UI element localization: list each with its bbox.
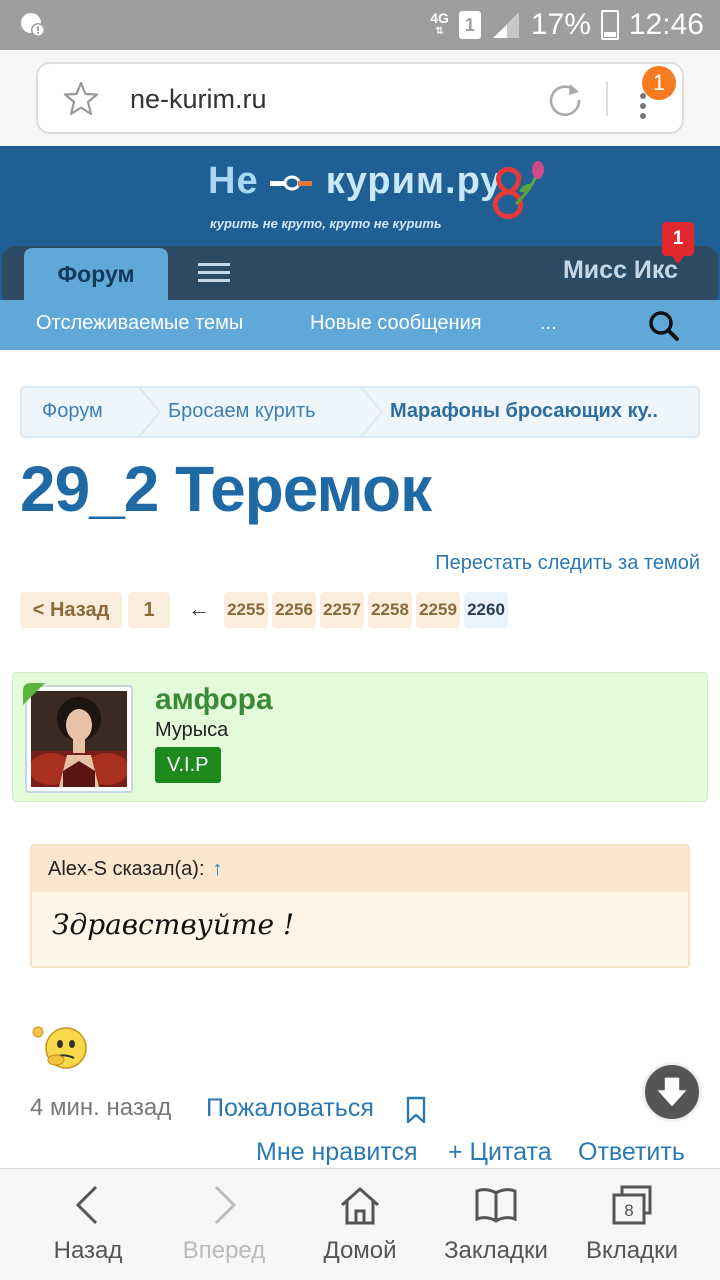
thinking-smiley-icon <box>32 1026 87 1069</box>
tabs-icon: 8 <box>612 1185 652 1225</box>
home-button[interactable]: Домой <box>288 1169 432 1280</box>
page-link-2256[interactable]: 2256 <box>272 592 316 628</box>
sub-nav-new-posts[interactable]: Новые сообщения <box>310 312 482 335</box>
breadcrumb-separator <box>138 388 162 436</box>
quote-header: Alex-S сказал(а): ↑ <box>32 846 688 892</box>
user-alert-badge[interactable]: 1 <box>662 222 694 264</box>
open-book-icon <box>475 1188 517 1223</box>
main-nav: Форум Мисс Икс 1 <box>0 222 720 300</box>
breadcrumb-item-quit-smoking[interactable]: Бросаем курить <box>168 400 316 423</box>
unwatch-thread-link[interactable]: Перестать следить за темой <box>435 552 700 575</box>
tabs-count: 8 <box>624 1201 633 1220</box>
vip-badge: V.I.P <box>155 747 221 783</box>
report-link[interactable]: Пожаловаться <box>206 1094 374 1123</box>
battery-percent: 17% <box>530 8 591 41</box>
quote-author: Alex-S сказал(а): ↑ <box>48 858 223 880</box>
page-link-2255[interactable]: 2255 <box>224 592 268 628</box>
quote-text: Здравствуйте ! <box>52 908 295 941</box>
signal-icon <box>492 12 519 38</box>
divider <box>606 82 608 116</box>
post-timestamp[interactable]: 4 мин. назад <box>30 1094 171 1122</box>
breadcrumb: Форум Бросаем курить Марафоны бросающих … <box>20 386 700 438</box>
page-jump-arrow[interactable]: ← <box>188 596 210 622</box>
sub-nav-more[interactable]: ... <box>540 312 557 335</box>
page-prev-button[interactable]: < Назад <box>20 592 122 628</box>
scroll-down-button[interactable] <box>642 1062 702 1122</box>
menu-notification-badge: 1 <box>642 66 676 100</box>
quote-jump-link[interactable]: ↑ <box>213 858 223 880</box>
post-author-block: амфора Мурыса V.I.P <box>12 672 708 802</box>
author-name[interactable]: амфора <box>155 683 273 717</box>
forward-label: Вперед <box>182 1237 266 1264</box>
breadcrumb-separator <box>360 388 384 436</box>
browser-bottom-bar: Назад Вперед Домой Закладки 8 Вкладки <box>0 1168 720 1280</box>
breadcrumb-item-marathons[interactable]: Марафоны бросающих ку.. <box>390 400 658 423</box>
page-link-2258[interactable]: 2258 <box>368 592 412 628</box>
author-title: Мурыса <box>155 719 229 741</box>
user-menu[interactable]: Мисс Икс <box>563 256 678 285</box>
sim-icon: 1 <box>458 11 481 39</box>
browser-toolbar: ne-kurim.ru 1 <box>0 50 720 146</box>
star-icon[interactable] <box>62 80 100 118</box>
battery-icon <box>600 10 619 40</box>
bookmarks-label: Закладки <box>444 1237 548 1264</box>
search-icon[interactable] <box>648 310 680 342</box>
reply-button[interactable]: Ответить <box>578 1138 685 1167</box>
logo-title: Не курим.ру <box>208 160 503 202</box>
like-button[interactable]: Мне нравится <box>256 1138 418 1167</box>
url-text[interactable]: ne-kurim.ru <box>130 84 267 115</box>
address-bar[interactable]: ne-kurim.ru 1 <box>36 62 684 134</box>
page-title: 29_2 Теремок <box>20 453 432 525</box>
online-indicator-icon <box>23 683 45 705</box>
cigarette-knot-icon <box>270 175 313 191</box>
logo-tagline: курить не круто, круто не курить <box>210 216 442 231</box>
chevron-left-icon <box>75 1185 98 1225</box>
bookmarks-button[interactable]: Закладки <box>424 1169 568 1280</box>
site-logo[interactable]: Не курим.ру курить не круто, круто не ку… <box>208 160 548 236</box>
status-bar: 4G ⇅ 1 17% 12:46 <box>0 0 720 50</box>
quote-button[interactable]: + Цитата <box>448 1138 552 1167</box>
page-link-1[interactable]: 1 <box>128 592 170 628</box>
forward-button[interactable]: Вперед <box>152 1169 296 1280</box>
page-link-2259[interactable]: 2259 <box>416 592 460 628</box>
reload-icon[interactable] <box>546 80 584 118</box>
quote-block: Alex-S сказал(а): ↑ Здравствуйте ! <box>30 844 690 968</box>
tab-forum[interactable]: Форум <box>24 248 168 300</box>
back-button[interactable]: Назад <box>16 1169 160 1280</box>
site-header: Не курим.ру курить не круто, круто не ку… <box>0 146 720 300</box>
chevron-right-icon <box>214 1185 237 1225</box>
breadcrumb-item-forum[interactable]: Форум <box>42 400 103 423</box>
home-icon <box>341 1186 379 1225</box>
bookmark-icon[interactable] <box>404 1096 428 1124</box>
tabs-button[interactable]: 8 Вкладки <box>560 1169 704 1280</box>
sub-nav: Отслеживаемые темы Новые сообщения ... <box>0 300 720 350</box>
avatar-image <box>29 691 129 787</box>
march-8-flower-icon <box>492 161 544 219</box>
clock: 12:46 <box>628 8 704 41</box>
home-label: Домой <box>323 1237 397 1264</box>
network-type: 4G ⇅ <box>430 10 449 37</box>
sub-nav-watched-threads[interactable]: Отслеживаемые темы <box>36 312 243 335</box>
page-link-2257[interactable]: 2257 <box>320 592 364 628</box>
back-label: Назад <box>53 1237 123 1264</box>
tabs-label: Вкладки <box>585 1237 679 1264</box>
page-current-2260: 2260 <box>464 592 508 628</box>
notification-icon <box>21 13 45 37</box>
hamburger-menu-icon[interactable] <box>196 262 232 284</box>
